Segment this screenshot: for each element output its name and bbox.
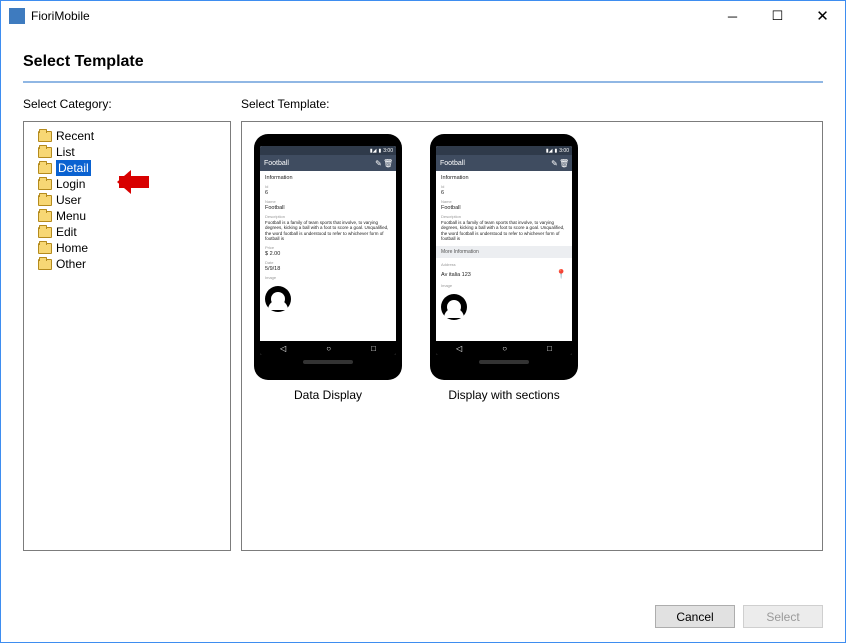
avatar-icon [441, 294, 467, 320]
nav-recent-icon: □ [371, 344, 376, 353]
select-button[interactable]: Select [743, 605, 823, 628]
maximize-button[interactable]: ☐ [755, 1, 800, 31]
page-heading: Select Template [23, 53, 823, 71]
category-item-other[interactable]: Other [28, 256, 226, 272]
nav-home-icon: ○ [502, 344, 507, 353]
category-item-user[interactable]: User [28, 192, 226, 208]
avatar-icon [265, 286, 291, 312]
phone-preview: ▮◢▮3:00 Football✎🗑 Information Id 6 Name… [254, 134, 402, 380]
folder-icon [38, 211, 52, 222]
folder-icon [38, 227, 52, 238]
cancel-button[interactable]: Cancel [655, 605, 735, 628]
map-pin-icon: 📍 [556, 269, 567, 280]
category-item-menu[interactable]: Menu [28, 208, 226, 224]
category-item-recent[interactable]: Recent [28, 128, 226, 144]
template-label: Display with sections [448, 388, 559, 402]
minimize-button[interactable]: ─ [710, 1, 755, 31]
category-label: Select Category: [23, 97, 241, 111]
folder-icon [38, 163, 52, 174]
nav-home-icon: ○ [326, 344, 331, 353]
titlebar: FioriMobile ─ ☐ ✕ [1, 1, 845, 31]
category-item-edit[interactable]: Edit [28, 224, 226, 240]
folder-icon [38, 243, 52, 254]
annotation-arrow [119, 176, 149, 188]
folder-icon [38, 131, 52, 142]
folder-icon [38, 259, 52, 270]
close-button[interactable]: ✕ [800, 1, 845, 31]
template-panel: ▮◢▮3:00 Football✎🗑 Information Id 6 Name… [241, 121, 823, 551]
category-item-list[interactable]: List [28, 144, 226, 160]
folder-icon [38, 179, 52, 190]
app-icon [9, 8, 25, 24]
folder-icon [38, 195, 52, 206]
template-item-data-display[interactable]: ▮◢▮3:00 Football✎🗑 Information Id 6 Name… [254, 134, 402, 402]
template-item-display-with-sections[interactable]: ▮◢▮3:00 Football✎🗑 Information Id 6 Name… [430, 134, 578, 402]
dialog-footer: Cancel Select [655, 605, 823, 628]
window-title: FioriMobile [31, 9, 710, 23]
divider [23, 81, 823, 83]
template-label: Select Template: [241, 97, 823, 111]
nav-recent-icon: □ [547, 344, 552, 353]
template-label: Data Display [294, 388, 362, 402]
folder-icon [38, 147, 52, 158]
phone-preview: ▮◢▮3:00 Football✎🗑 Information Id 6 Name… [430, 134, 578, 380]
delete-icon: 🗑 [559, 159, 568, 168]
edit-icon: ✎ [374, 159, 383, 168]
category-item-home[interactable]: Home [28, 240, 226, 256]
delete-icon: 🗑 [383, 159, 392, 168]
nav-back-icon: ◁ [280, 344, 286, 353]
edit-icon: ✎ [550, 159, 559, 168]
nav-back-icon: ◁ [456, 344, 462, 353]
